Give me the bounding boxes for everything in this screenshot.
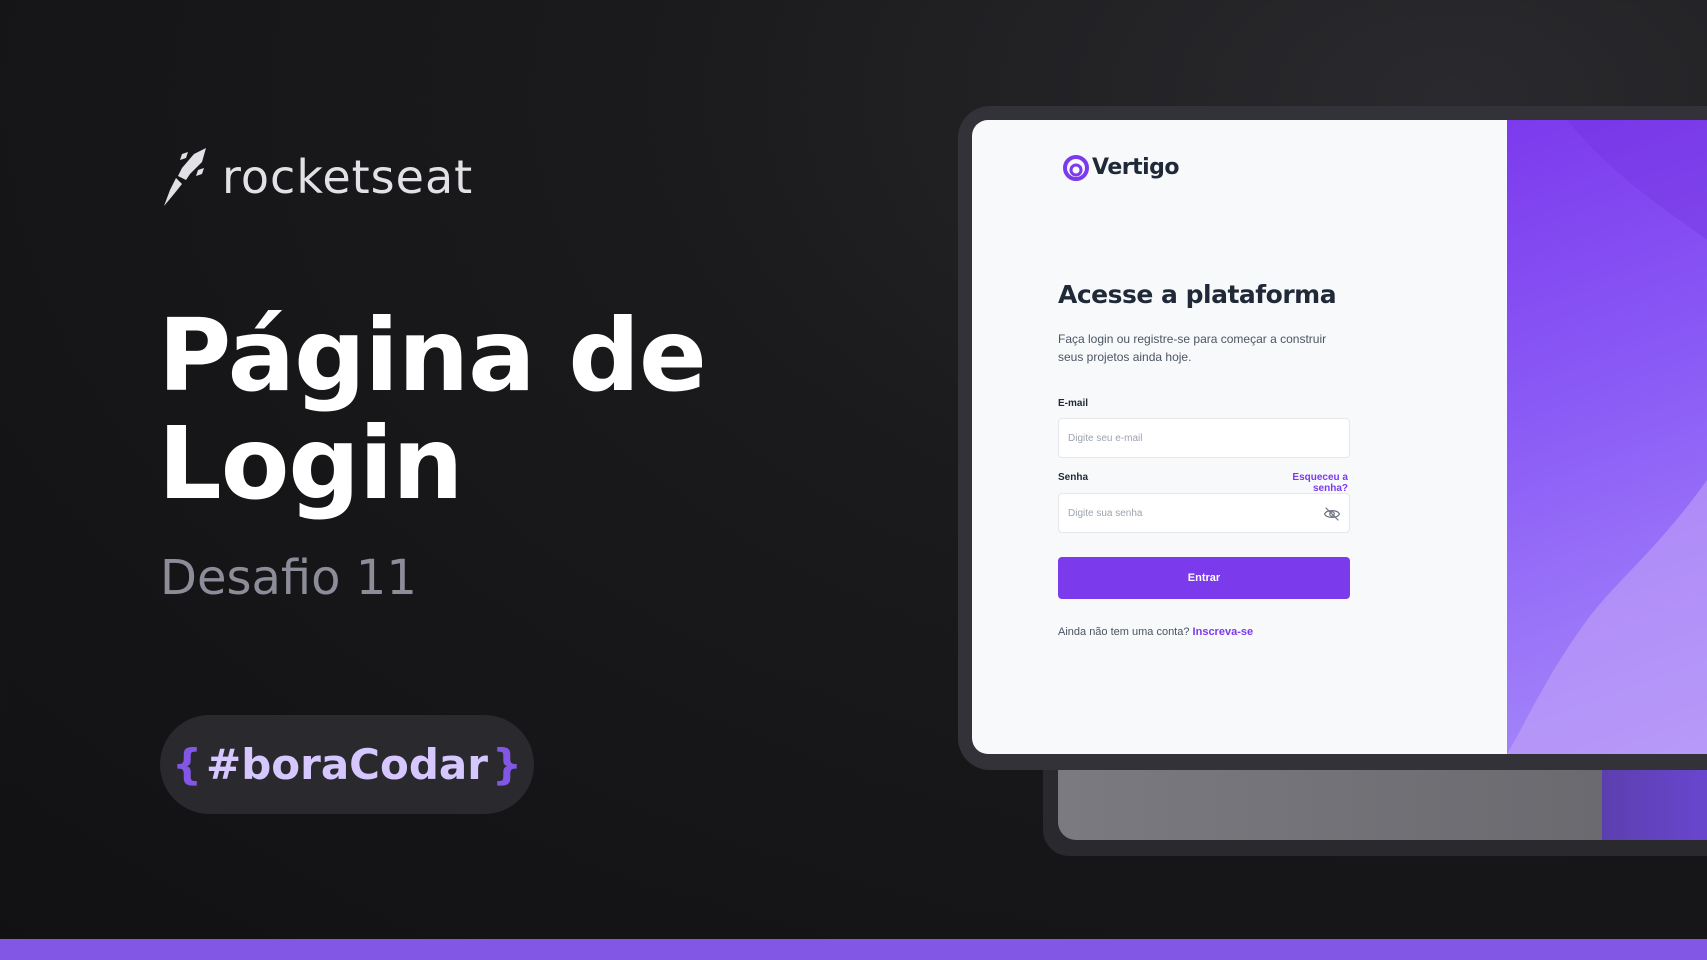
vertigo-logo: Vertigo [1062, 152, 1180, 182]
vertigo-logo-icon [1063, 155, 1089, 181]
rocketseat-brand: rocketseat [160, 144, 473, 210]
close-brace: } [491, 740, 522, 789]
submit-button[interactable]: Entrar [1058, 557, 1350, 599]
rocket-icon [164, 148, 206, 206]
password-label: Senha [1058, 472, 1089, 483]
page-subtitle: Desafio 11 [160, 550, 417, 606]
login-screen: Vertigo Acesse a plataforma Faça login o… [972, 120, 1707, 754]
login-title: Acesse a plataforma [1058, 280, 1337, 309]
page-title: Página de Login [158, 302, 718, 518]
wave-shape [1507, 120, 1707, 754]
page-title-line-1: Página de [158, 297, 707, 414]
password-field[interactable]: Digite sua senha [1058, 493, 1350, 533]
password-placeholder: Digite sua senha [1068, 507, 1143, 519]
vertigo-name: Vertigo [1092, 154, 1180, 180]
signup-prompt: Ainda não tem uma conta? Inscreva-se [1058, 626, 1253, 638]
login-description: Faça login ou registre-se para começar a… [1058, 332, 1327, 364]
page-title-line-2: Login [158, 405, 463, 522]
eye-off-icon[interactable] [1323, 505, 1341, 523]
email-field[interactable]: Digite seu e-mail [1058, 418, 1350, 458]
hashtag-badge: { #boraCodar } [160, 715, 534, 814]
decorative-purple-panel [1507, 120, 1707, 754]
signup-prompt-text: Ainda não tem uma conta? [1058, 626, 1190, 638]
signup-link[interactable]: Inscreva-se [1193, 626, 1254, 638]
mockup-back-screen [1058, 762, 1707, 840]
hashtag-text: #boraCodar [206, 740, 488, 789]
open-brace: { [172, 740, 203, 789]
email-placeholder: Digite seu e-mail [1068, 432, 1143, 444]
forgot-password-link[interactable]: Esqueceu a senha? [1262, 472, 1348, 494]
bottom-accent-bar [0, 939, 1707, 960]
brand-name: rocketseat [222, 150, 474, 204]
email-label: E-mail [1058, 398, 1089, 409]
